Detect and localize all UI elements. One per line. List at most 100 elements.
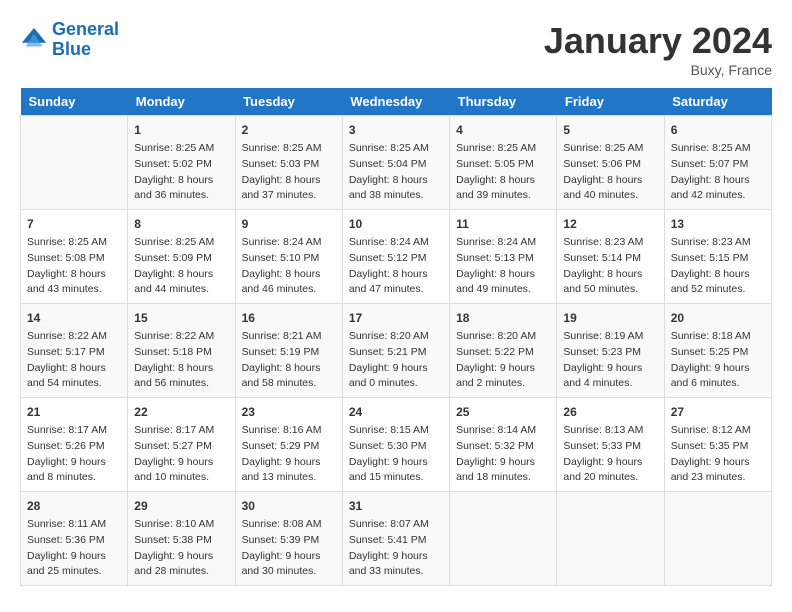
day-info: Sunrise: 8:23 AMSunset: 5:15 PMDaylight:… [671, 235, 765, 298]
day-number: 30 [242, 497, 336, 515]
sunset-text: Sunset: 5:19 PM [242, 345, 336, 361]
sunrise-text: Sunrise: 8:17 AM [27, 423, 121, 439]
day-info: Sunrise: 8:14 AMSunset: 5:32 PMDaylight:… [456, 423, 550, 486]
day-info: Sunrise: 8:07 AMSunset: 5:41 PMDaylight:… [349, 517, 443, 580]
day-cell: 21Sunrise: 8:17 AMSunset: 5:26 PMDayligh… [21, 398, 128, 492]
day-cell: 31Sunrise: 8:07 AMSunset: 5:41 PMDayligh… [342, 492, 449, 586]
day-cell: 17Sunrise: 8:20 AMSunset: 5:21 PMDayligh… [342, 304, 449, 398]
location: Buxy, France [544, 62, 772, 78]
daylight-text: Daylight: 9 hours and 0 minutes. [349, 361, 443, 393]
day-info: Sunrise: 8:18 AMSunset: 5:25 PMDaylight:… [671, 329, 765, 392]
sunrise-text: Sunrise: 8:22 AM [134, 329, 228, 345]
day-info: Sunrise: 8:15 AMSunset: 5:30 PMDaylight:… [349, 423, 443, 486]
daylight-text: Daylight: 8 hours and 44 minutes. [134, 267, 228, 299]
sunset-text: Sunset: 5:13 PM [456, 251, 550, 267]
daylight-text: Daylight: 9 hours and 18 minutes. [456, 455, 550, 487]
daylight-text: Daylight: 9 hours and 2 minutes. [456, 361, 550, 393]
day-cell: 13 Sunrise: 8:23 AMSunset: 5:15 PMDayligh… [664, 210, 771, 304]
day-number: 10 [349, 215, 443, 233]
day-cell: 20Sunrise: 8:18 AMSunset: 5:25 PMDayligh… [664, 304, 771, 398]
daylight-text: Daylight: 9 hours and 28 minutes. [134, 549, 228, 581]
sunset-text: Sunset: 5:27 PM [134, 439, 228, 455]
day-info: Sunrise: 8:19 AMSunset: 5:23 PMDaylight:… [563, 329, 657, 392]
day-number: 27 [671, 403, 765, 421]
sunrise-text: Sunrise: 8:25 AM [563, 141, 657, 157]
sunrise-text: Sunrise: 8:25 AM [349, 141, 443, 157]
day-cell: 23 Sunrise: 8:16 AMSunset: 5:29 PMDayligh… [235, 398, 342, 492]
week-row-5: 28Sunrise: 8:11 AMSunset: 5:36 PMDayligh… [21, 492, 772, 586]
day-number: 6 [671, 121, 765, 139]
day-number: 22 [134, 403, 228, 421]
logo-text: General Blue [52, 20, 119, 60]
sunrise-text: Sunrise: 8:25 AM [134, 235, 228, 251]
day-number: 23 [242, 403, 336, 421]
day-cell: 10Sunrise: 8:24 AMSunset: 5:12 PMDayligh… [342, 210, 449, 304]
day-info: Sunrise: 8:22 AMSunset: 5:18 PMDaylight:… [134, 329, 228, 392]
daylight-text: Daylight: 9 hours and 4 minutes. [563, 361, 657, 393]
col-header-friday: Friday [557, 88, 664, 116]
day-number: 13 [671, 215, 765, 233]
daylight-text: Daylight: 9 hours and 6 minutes. [671, 361, 765, 393]
day-cell: 27 Sunrise: 8:12 AMSunset: 5:35 PMDayligh… [664, 398, 771, 492]
sunset-text: Sunset: 5:12 PM [349, 251, 443, 267]
sunrise-text: Sunrise: 8:23 AM [671, 235, 765, 251]
daylight-text: Daylight: 9 hours and 30 minutes. [242, 549, 336, 581]
day-number: 15 [134, 309, 228, 327]
sunset-text: Sunset: 5:04 PM [349, 157, 443, 173]
day-number: 9 [242, 215, 336, 233]
week-row-1: 1Sunrise: 8:25 AMSunset: 5:02 PMDaylight… [21, 116, 772, 210]
calendar-table: SundayMondayTuesdayWednesdayThursdayFrid… [20, 88, 772, 586]
sunrise-text: Sunrise: 8:13 AM [563, 423, 657, 439]
daylight-text: Daylight: 9 hours and 10 minutes. [134, 455, 228, 487]
sunrise-text: Sunrise: 8:19 AM [563, 329, 657, 345]
sunset-text: Sunset: 5:05 PM [456, 157, 550, 173]
sunset-text: Sunset: 5:14 PM [563, 251, 657, 267]
daylight-text: Daylight: 8 hours and 49 minutes. [456, 267, 550, 299]
col-header-monday: Monday [128, 88, 235, 116]
day-cell: 18Sunrise: 8:20 AMSunset: 5:22 PMDayligh… [450, 304, 557, 398]
day-info: Sunrise: 8:25 AMSunset: 5:07 PMDaylight:… [671, 141, 765, 204]
sunset-text: Sunset: 5:23 PM [563, 345, 657, 361]
month-title: January 2024 [544, 20, 772, 62]
col-header-wednesday: Wednesday [342, 88, 449, 116]
day-cell: 24Sunrise: 8:15 AMSunset: 5:30 PMDayligh… [342, 398, 449, 492]
daylight-text: Daylight: 9 hours and 8 minutes. [27, 455, 121, 487]
sunset-text: Sunset: 5:08 PM [27, 251, 121, 267]
day-number: 25 [456, 403, 550, 421]
daylight-text: Daylight: 9 hours and 13 minutes. [242, 455, 336, 487]
sunrise-text: Sunrise: 8:24 AM [349, 235, 443, 251]
day-number: 14 [27, 309, 121, 327]
day-info: Sunrise: 8:25 AMSunset: 5:02 PMDaylight:… [134, 141, 228, 204]
day-info: Sunrise: 8:25 AMSunset: 5:06 PMDaylight:… [563, 141, 657, 204]
day-number: 29 [134, 497, 228, 515]
day-cell: 29Sunrise: 8:10 AMSunset: 5:38 PMDayligh… [128, 492, 235, 586]
calendar-header-row: SundayMondayTuesdayWednesdayThursdayFrid… [21, 88, 772, 116]
daylight-text: Daylight: 8 hours and 42 minutes. [671, 173, 765, 205]
sunset-text: Sunset: 5:09 PM [134, 251, 228, 267]
daylight-text: Daylight: 9 hours and 20 minutes. [563, 455, 657, 487]
week-row-2: 7Sunrise: 8:25 AMSunset: 5:08 PMDaylight… [21, 210, 772, 304]
sunrise-text: Sunrise: 8:25 AM [456, 141, 550, 157]
day-number: 3 [349, 121, 443, 139]
week-row-3: 14Sunrise: 8:22 AMSunset: 5:17 PMDayligh… [21, 304, 772, 398]
day-info: Sunrise: 8:12 AMSunset: 5:35 PMDaylight:… [671, 423, 765, 486]
sunset-text: Sunset: 5:10 PM [242, 251, 336, 267]
day-cell: 9 Sunrise: 8:24 AMSunset: 5:10 PMDaylight… [235, 210, 342, 304]
day-cell: 28Sunrise: 8:11 AMSunset: 5:36 PMDayligh… [21, 492, 128, 586]
day-info: Sunrise: 8:16 AMSunset: 5:29 PMDaylight:… [242, 423, 336, 486]
sunset-text: Sunset: 5:15 PM [671, 251, 765, 267]
daylight-text: Daylight: 8 hours and 56 minutes. [134, 361, 228, 393]
sunset-text: Sunset: 5:22 PM [456, 345, 550, 361]
day-info: Sunrise: 8:24 AMSunset: 5:10 PMDaylight:… [242, 235, 336, 298]
day-cell: 4Sunrise: 8:25 AMSunset: 5:05 PMDaylight… [450, 116, 557, 210]
sunset-text: Sunset: 5:36 PM [27, 533, 121, 549]
day-info: Sunrise: 8:21 AMSunset: 5:19 PMDaylight:… [242, 329, 336, 392]
sunset-text: Sunset: 5:07 PM [671, 157, 765, 173]
day-number: 8 [134, 215, 228, 233]
sunrise-text: Sunrise: 8:17 AM [134, 423, 228, 439]
day-number: 4 [456, 121, 550, 139]
day-info: Sunrise: 8:08 AMSunset: 5:39 PMDaylight:… [242, 517, 336, 580]
day-cell [450, 492, 557, 586]
sunrise-text: Sunrise: 8:14 AM [456, 423, 550, 439]
daylight-text: Daylight: 9 hours and 25 minutes. [27, 549, 121, 581]
